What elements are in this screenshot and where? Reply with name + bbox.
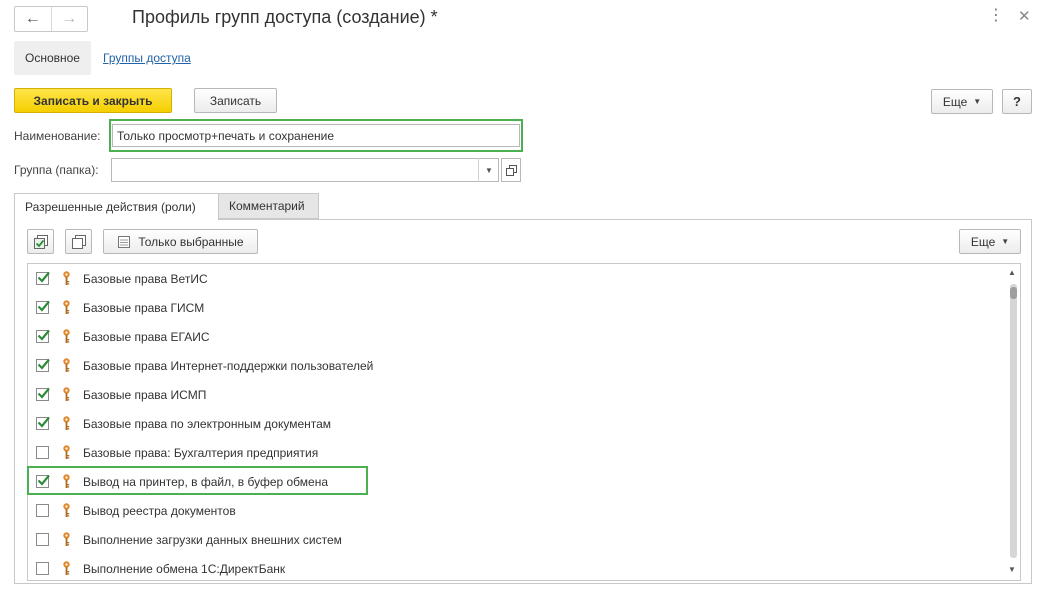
section-tab-access-groups[interactable]: Группы доступа bbox=[103, 51, 191, 65]
key-icon bbox=[62, 387, 71, 405]
save-button[interactable]: Записать bbox=[194, 88, 277, 113]
list-icon bbox=[118, 235, 131, 248]
checkbox-checked[interactable] bbox=[36, 387, 50, 401]
roles-more-button[interactable]: Еще ▼ bbox=[959, 229, 1021, 254]
checkbox-checked[interactable] bbox=[36, 300, 50, 314]
checkbox-checked[interactable] bbox=[36, 416, 50, 430]
key-icon bbox=[62, 416, 71, 434]
more-button[interactable]: Еще ▼ bbox=[931, 89, 993, 114]
arrow-right-icon: → bbox=[61, 10, 78, 27]
tab-allowed-actions[interactable]: Разрешенные действия (роли) bbox=[14, 193, 219, 220]
chevron-down-icon: ▼ bbox=[485, 165, 493, 175]
only-selected-button[interactable]: Только выбранные bbox=[103, 229, 258, 254]
forward-button[interactable]: → bbox=[50, 7, 88, 31]
role-label: Базовые права: Бухгалтерия предприятия bbox=[83, 445, 319, 460]
role-label: Вывод реестра документов bbox=[83, 503, 236, 518]
role-row[interactable]: Выполнение загрузки данных внешних систе… bbox=[28, 525, 1008, 554]
key-icon bbox=[62, 329, 71, 347]
check-icon bbox=[37, 387, 50, 399]
check-icon bbox=[37, 358, 50, 370]
check-icon bbox=[37, 416, 50, 428]
group-dropdown-button[interactable]: ▼ bbox=[478, 158, 499, 182]
open-window-icon bbox=[505, 164, 517, 176]
scroll-down-icon[interactable]: ▼ bbox=[1008, 565, 1016, 574]
role-row[interactable]: Выполнение обмена 1С:ДиректБанк bbox=[28, 554, 1008, 580]
section-tab-main[interactable]: Основное bbox=[14, 41, 91, 75]
back-button[interactable]: ← bbox=[15, 7, 51, 31]
role-label: Выполнение обмена 1С:ДиректБанк bbox=[83, 561, 286, 576]
more-vert-icon[interactable]: ⋮ bbox=[988, 8, 1004, 24]
key-icon bbox=[62, 271, 71, 289]
role-row[interactable]: Базовые права: Бухгалтерия предприятия bbox=[28, 438, 1008, 467]
uncheck-all-button[interactable] bbox=[65, 229, 92, 254]
roles-more-label: Еще bbox=[970, 234, 996, 249]
checkbox-checked[interactable] bbox=[36, 329, 50, 343]
check-icon bbox=[37, 271, 50, 283]
help-button[interactable]: ? bbox=[1002, 89, 1032, 114]
checkbox-unchecked[interactable] bbox=[36, 446, 49, 459]
scrollbar-thumb[interactable] bbox=[1010, 287, 1017, 299]
group-open-button[interactable] bbox=[501, 158, 521, 182]
role-row[interactable]: Базовые права Интернет-поддержки пользов… bbox=[28, 351, 1008, 380]
group-label: Группа (папка): bbox=[14, 163, 99, 177]
role-label: Базовые права Интернет-поддержки пользов… bbox=[83, 358, 374, 373]
row-highlight-frame bbox=[27, 466, 368, 495]
checkbox-checked[interactable] bbox=[36, 271, 50, 285]
role-label: Базовые права ИСМП bbox=[83, 387, 207, 402]
role-label: Базовые права по электронным документам bbox=[83, 416, 332, 431]
check-all-icon bbox=[33, 234, 48, 249]
checkbox-unchecked[interactable] bbox=[36, 504, 49, 517]
role-row[interactable]: Базовые права по электронным документам bbox=[28, 409, 1008, 438]
key-icon bbox=[62, 503, 71, 521]
close-icon[interactable]: ✕ bbox=[1018, 9, 1031, 24]
name-label: Наименование: bbox=[14, 129, 101, 143]
window-title: Профиль групп доступа (создание) * bbox=[132, 7, 438, 27]
chevron-down-icon: ▼ bbox=[1001, 237, 1010, 246]
key-icon bbox=[62, 532, 71, 550]
role-label: Базовые права ВетИС bbox=[83, 271, 208, 286]
check-icon bbox=[37, 329, 50, 341]
checkbox-unchecked[interactable] bbox=[36, 562, 49, 575]
group-field[interactable] bbox=[111, 158, 499, 182]
arrow-left-icon: ← bbox=[24, 10, 41, 27]
tab-comment[interactable]: Комментарий bbox=[219, 193, 319, 219]
navigation-buttons: ← → bbox=[14, 6, 88, 32]
scrollbar-track[interactable] bbox=[1010, 284, 1017, 558]
name-field[interactable] bbox=[112, 124, 520, 147]
role-label: Базовые права ГИСМ bbox=[83, 300, 205, 315]
more-button-label: Еще bbox=[942, 94, 968, 109]
save-and-close-button[interactable]: Записать и закрыть bbox=[14, 88, 172, 113]
checkbox-unchecked[interactable] bbox=[36, 533, 49, 546]
uncheck-all-icon bbox=[71, 234, 86, 249]
checkbox-checked[interactable] bbox=[36, 358, 50, 372]
key-icon bbox=[62, 300, 71, 318]
role-label: Базовые права ЕГАИС bbox=[83, 329, 210, 344]
role-label: Выполнение загрузки данных внешних систе… bbox=[83, 532, 342, 547]
role-row[interactable]: Базовые права ЕГАИС bbox=[28, 322, 1008, 351]
role-row[interactable]: Базовые права ИСМП bbox=[28, 380, 1008, 409]
role-row[interactable]: Базовые права ГИСМ bbox=[28, 293, 1008, 322]
check-all-button[interactable] bbox=[27, 229, 54, 254]
scroll-up-icon[interactable]: ▲ bbox=[1008, 268, 1016, 277]
roles-list: Базовые права ВетИС Базовые права ГИСМ Баз… bbox=[27, 263, 1021, 581]
chevron-down-icon: ▼ bbox=[973, 97, 982, 106]
check-icon bbox=[37, 300, 50, 312]
key-icon bbox=[62, 561, 71, 579]
only-selected-label: Только выбранные bbox=[138, 234, 244, 249]
role-row[interactable]: Базовые права ВетИС bbox=[28, 264, 1008, 293]
key-icon bbox=[62, 445, 71, 463]
key-icon bbox=[62, 358, 71, 376]
role-row[interactable]: Вывод реестра документов bbox=[28, 496, 1008, 525]
